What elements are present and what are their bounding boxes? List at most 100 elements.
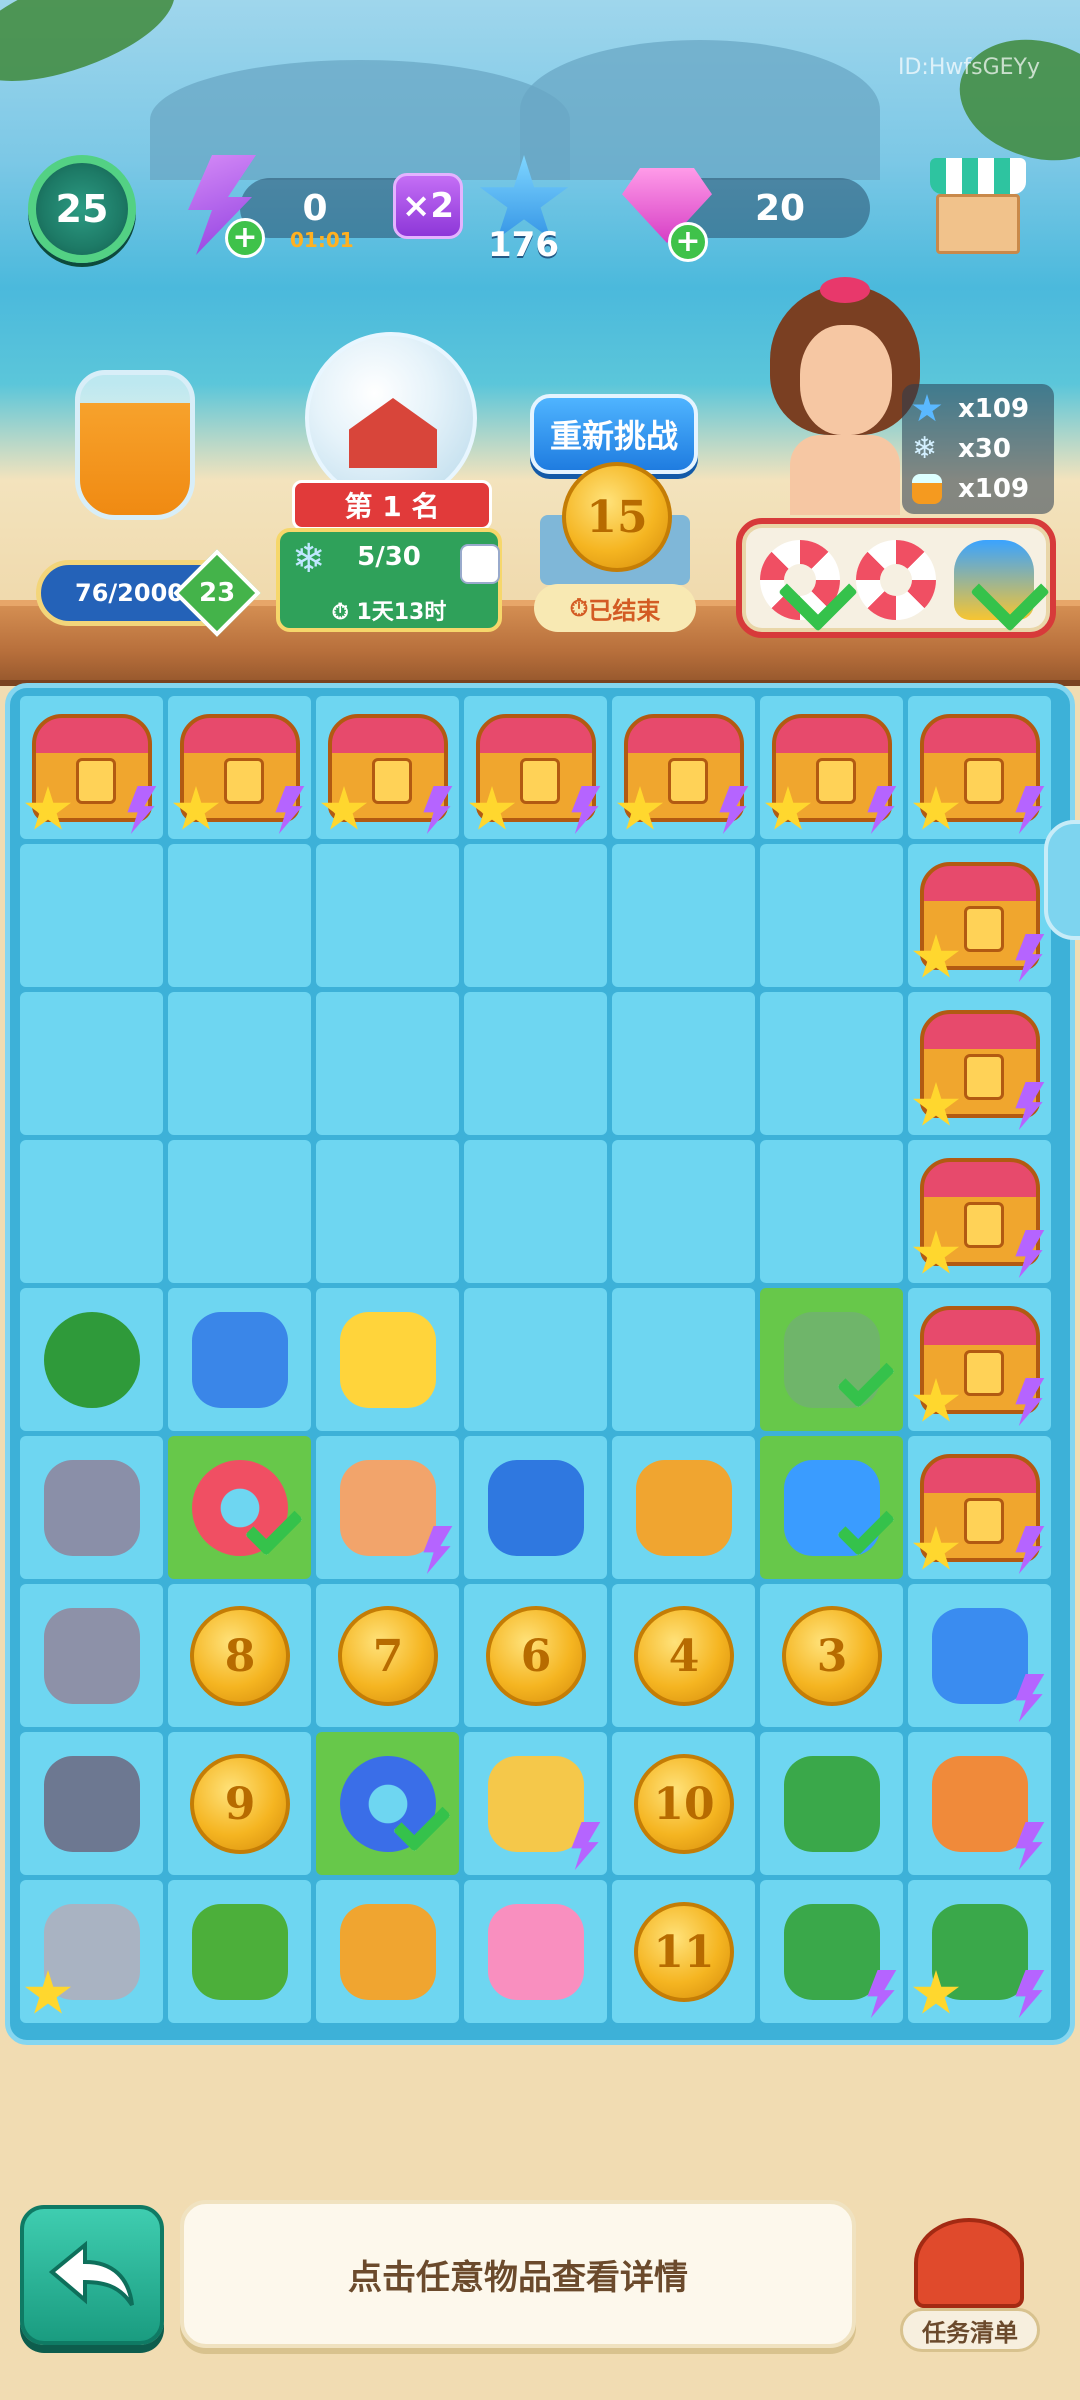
reward-amount: x109 <box>958 394 1030 424</box>
merge-board: 8 7 6 4 3 9 10 11 <box>5 683 1075 2045</box>
board-cell[interactable] <box>612 1288 755 1431</box>
board-cell[interactable] <box>316 992 459 1135</box>
ended-text: 已结束 <box>588 596 661 625</box>
board-cell[interactable] <box>760 1436 903 1579</box>
surf-box-icon <box>340 1904 436 2000</box>
board-cell[interactable] <box>464 1880 607 2023</box>
board-cell[interactable] <box>20 844 163 987</box>
board-cell[interactable] <box>612 1436 755 1579</box>
melon-bed-icon <box>932 1904 1028 2000</box>
board-cell[interactable] <box>760 844 903 987</box>
coin-number: 9 <box>224 1778 256 1830</box>
add-gems-button[interactable]: + <box>668 222 708 262</box>
body-shape <box>790 435 900 515</box>
board-cell[interactable] <box>908 1436 1051 1579</box>
board-cell[interactable]: 10 <box>612 1732 755 1875</box>
game-scene: ID:HwfsGEYy 25 0 + 01:01 ×2 176 20 + 76/… <box>0 0 1080 2400</box>
board-cell[interactable] <box>168 696 311 839</box>
coin-item: 9 <box>190 1754 290 1854</box>
cart-icon <box>932 1608 1028 1704</box>
side-drawer-handle[interactable] <box>1044 820 1080 940</box>
board-cell[interactable] <box>464 696 607 839</box>
board-cell[interactable] <box>908 1584 1051 1727</box>
board-cell[interactable] <box>760 1732 903 1875</box>
board-cell[interactable] <box>464 1288 607 1431</box>
board-cell[interactable] <box>316 1140 459 1283</box>
energy-multiplier-button[interactable]: ×2 <box>393 173 463 239</box>
task-list-label: 任务清单 <box>900 2308 1040 2352</box>
board-cell[interactable] <box>908 1288 1051 1431</box>
board-cell[interactable]: 7 <box>316 1584 459 1727</box>
board-cell[interactable] <box>464 1732 607 1875</box>
board-cell[interactable] <box>464 1140 607 1283</box>
board-cell[interactable] <box>168 1140 311 1283</box>
board-cell[interactable] <box>612 696 755 839</box>
snow-globe-icon[interactable] <box>305 332 477 504</box>
star-icon <box>912 394 942 422</box>
board-cell[interactable] <box>760 1140 903 1283</box>
board-cell[interactable] <box>612 992 755 1135</box>
juice-icon <box>912 474 942 504</box>
clock-icon: ⏱ <box>569 594 589 622</box>
board-cell[interactable] <box>20 1732 163 1875</box>
juice-jar-icon[interactable] <box>75 370 195 520</box>
board-cell[interactable] <box>464 1436 607 1579</box>
player-level: 25 <box>55 187 109 231</box>
board-cell[interactable] <box>20 1436 163 1579</box>
rocks-icon <box>44 1608 140 1704</box>
board-cell[interactable] <box>20 1288 163 1431</box>
board-cell[interactable]: 9 <box>168 1732 311 1875</box>
scoop-icon <box>488 1460 584 1556</box>
board-cell[interactable]: 11 <box>612 1880 755 2023</box>
coin-number: 3 <box>816 1630 848 1682</box>
board-cell[interactable] <box>168 992 311 1135</box>
board-cell[interactable] <box>168 844 311 987</box>
board-cell[interactable]: 3 <box>760 1584 903 1727</box>
rank-ribbon: 第 1 名 <box>292 480 492 530</box>
board-cell[interactable] <box>168 1288 311 1431</box>
board-cell[interactable] <box>760 696 903 839</box>
board-cell[interactable]: 4 <box>612 1584 755 1727</box>
board-cell[interactable] <box>908 844 1051 987</box>
board-cell[interactable] <box>908 1732 1051 1875</box>
board-cell[interactable] <box>612 844 755 987</box>
board-cell[interactable] <box>908 992 1051 1135</box>
coin-item: 8 <box>190 1606 290 1706</box>
clock-icon: ⏱ <box>331 600 357 625</box>
board-cell[interactable] <box>316 1732 459 1875</box>
board-cell[interactable] <box>908 1880 1051 2023</box>
board-cell[interactable] <box>316 1436 459 1579</box>
flamingo-icon <box>488 1904 584 2000</box>
board-cell[interactable] <box>908 1140 1051 1283</box>
board-cell[interactable] <box>612 1140 755 1283</box>
hint-box: 点击任意物品查看详情 <box>180 2200 856 2348</box>
board-cell[interactable] <box>316 844 459 987</box>
board-cell[interactable]: 8 <box>168 1584 311 1727</box>
board-cell[interactable] <box>760 992 903 1135</box>
duck-icon <box>340 1312 436 1408</box>
board-cell[interactable] <box>20 1584 163 1727</box>
task-list-button[interactable]: 任务清单 <box>890 2208 1050 2358</box>
shop-stall-icon <box>936 194 1020 254</box>
board-cell[interactable] <box>908 696 1051 839</box>
back-button[interactable] <box>20 2205 164 2345</box>
shop-button[interactable] <box>930 158 1026 258</box>
rank-panel[interactable]: ❄ 5/30 ⏱ 1天13时 <box>276 528 502 632</box>
board-cell[interactable] <box>316 696 459 839</box>
board-cell[interactable] <box>20 1140 163 1283</box>
board-cell[interactable] <box>316 1880 459 2023</box>
board-cell[interactable] <box>760 1288 903 1431</box>
board-cell[interactable] <box>464 844 607 987</box>
board-cell[interactable] <box>464 992 607 1135</box>
board-cell[interactable] <box>316 1288 459 1431</box>
player-level-badge[interactable]: 25 <box>28 155 136 263</box>
order-box[interactable] <box>736 518 1056 638</box>
board-cell[interactable] <box>168 1436 311 1579</box>
board-cell[interactable]: 6 <box>464 1584 607 1727</box>
board-cell[interactable] <box>168 1880 311 2023</box>
board-cell[interactable] <box>760 1880 903 2023</box>
board-cell[interactable] <box>20 696 163 839</box>
add-energy-button[interactable]: + <box>225 218 265 258</box>
board-cell[interactable] <box>20 1880 163 2023</box>
board-cell[interactable] <box>20 992 163 1135</box>
